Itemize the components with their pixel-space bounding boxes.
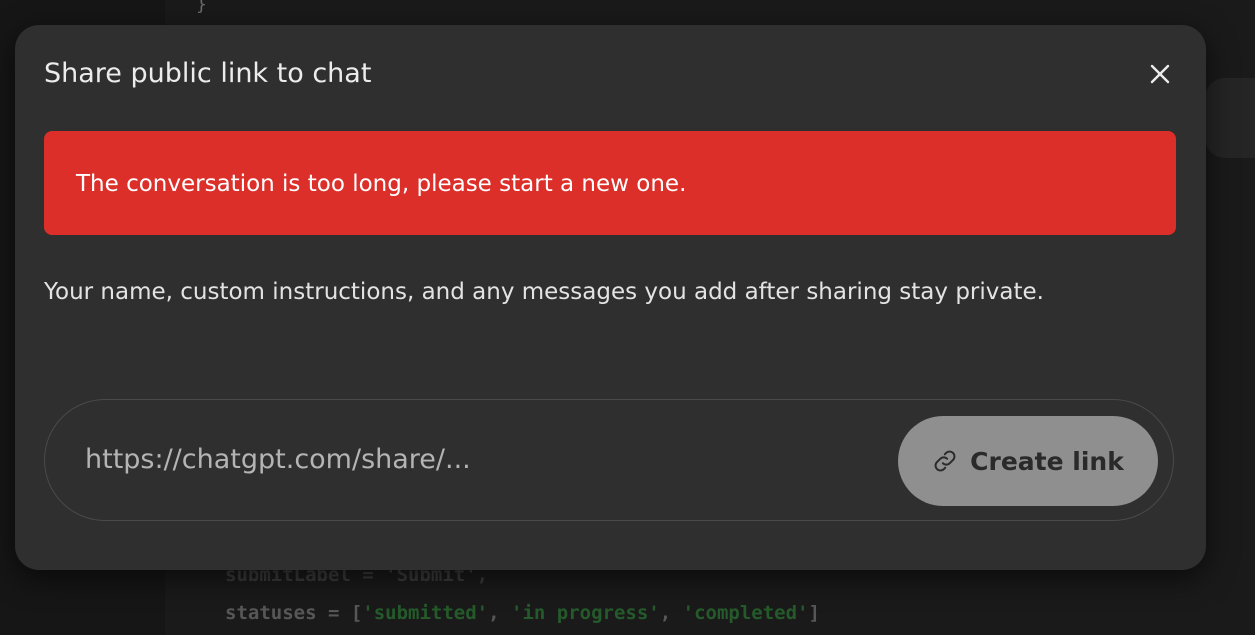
- create-link-label: Create link: [970, 446, 1124, 476]
- background-panel: [1205, 78, 1255, 158]
- link-icon: [934, 450, 956, 472]
- background-code-line: statuses = ['submitted', 'in progress', …: [225, 602, 820, 624]
- privacy-note: Your name, custom instructions, and any …: [44, 279, 1044, 305]
- dialog-title: Share public link to chat: [44, 58, 372, 89]
- code-string: 'in progress': [511, 602, 660, 624]
- error-banner: The conversation is too long, please sta…: [44, 131, 1176, 235]
- code-string: 'submitted': [362, 602, 489, 624]
- create-link-button[interactable]: Create link: [898, 416, 1158, 506]
- share-link-url: https://chatgpt.com/share/...: [85, 444, 471, 475]
- background-code-brace: }: [196, 0, 207, 15]
- code-text: statuses = [: [225, 602, 363, 624]
- close-icon: [1150, 64, 1170, 84]
- error-message: The conversation is too long, please sta…: [76, 171, 687, 197]
- close-button[interactable]: [1145, 59, 1175, 89]
- share-link-field: https://chatgpt.com/share/... Create lin…: [44, 399, 1174, 521]
- code-string: 'completed': [682, 602, 809, 624]
- share-dialog: Share public link to chat The conversati…: [15, 25, 1206, 570]
- code-text: ]: [808, 602, 820, 624]
